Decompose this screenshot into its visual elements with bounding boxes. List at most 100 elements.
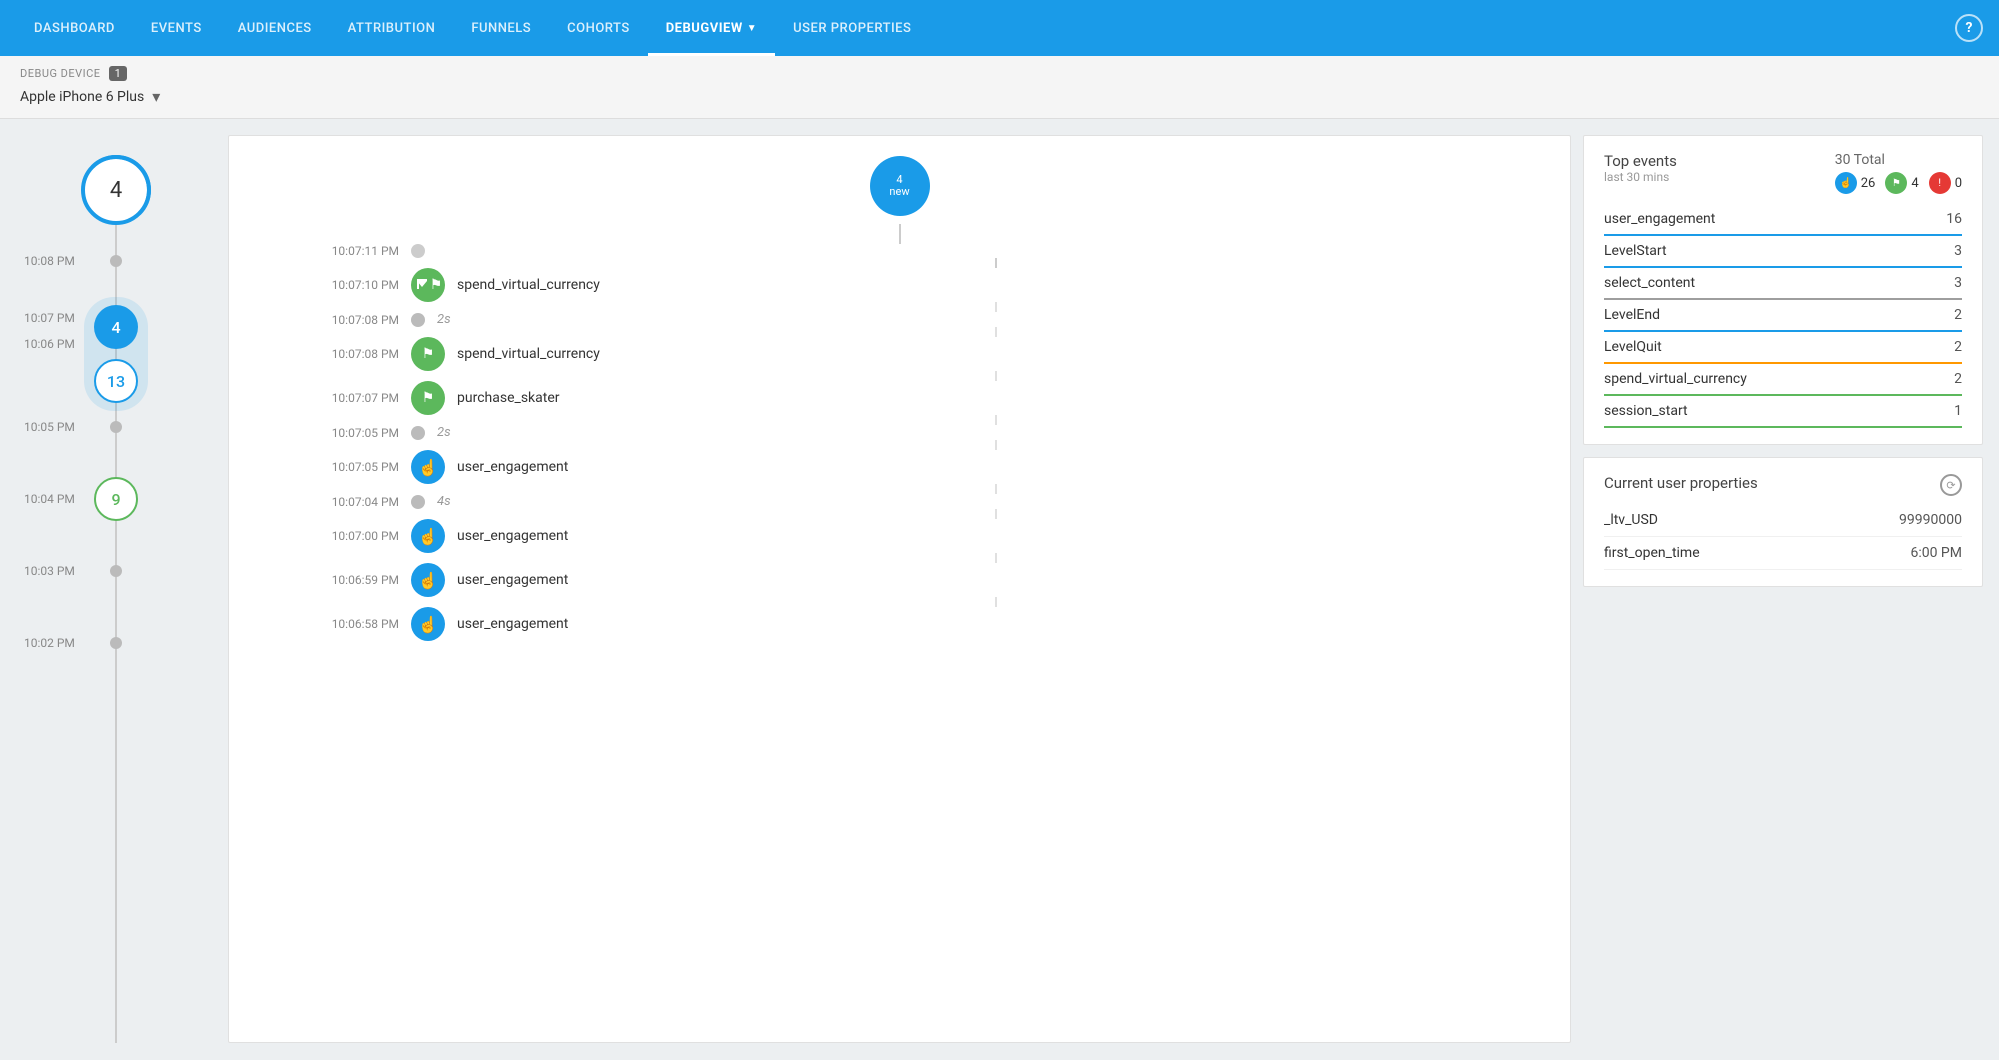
- nav-item-attribution[interactable]: ATTRIBUTION: [330, 0, 454, 56]
- event-icon-6: ☝: [411, 563, 445, 597]
- debug-device-label: DEBUG DEVICE 1: [20, 66, 1979, 81]
- top-events-title-group: Top events last 30 mins: [1604, 152, 1677, 196]
- event-dot-connector: [411, 244, 425, 258]
- center-panel-inner: 4 new 10:07:11 PM 10:07:10 PM ⚑ spend_vi…: [229, 136, 1570, 661]
- nav-item-funnels[interactable]: FUNNELS: [453, 0, 549, 56]
- nav-bar: DASHBOARD EVENTS AUDIENCES ATTRIBUTION F…: [0, 0, 1999, 56]
- event-gap3: 4s: [437, 494, 451, 509]
- time-dot-1002: [110, 637, 122, 649]
- time-label-1003: 10:03 PM: [24, 564, 75, 578]
- count-green: ⚑ 4: [1885, 172, 1918, 194]
- top-event-row-2[interactable]: select_content 3: [1604, 268, 1962, 300]
- event-dot-gap2: [411, 426, 425, 440]
- center-panel[interactable]: 4 new 10:07:11 PM 10:07:10 PM ⚑ spend_vi…: [228, 135, 1571, 1043]
- nav-item-cohorts[interactable]: COHORTS: [549, 0, 648, 56]
- top-event-row-6[interactable]: session_start 1: [1604, 396, 1962, 428]
- event-row-3[interactable]: 10:07:07 PM ⚑ purchase_skater: [229, 381, 1570, 415]
- history-icon[interactable]: ⟳: [1940, 474, 1962, 496]
- event-ts-connector: 10:07:11 PM: [289, 244, 399, 258]
- event-name-5: user_engagement: [457, 528, 568, 544]
- event-icon-3: ⚑: [411, 381, 445, 415]
- event-ts-gap1: 10:07:08 PM: [289, 313, 399, 327]
- prop-row-1[interactable]: first_open_time 6:00 PM: [1604, 537, 1962, 570]
- time-dot-1008: [110, 255, 122, 267]
- badge-blue: ☝: [1835, 172, 1857, 194]
- user-properties-list: _ltv_USD 99990000 first_open_time 6:00 P…: [1604, 504, 1962, 570]
- main-layout: 4 10:08 PM 10:07 PM 4 13 10:06 PM: [0, 119, 1999, 1059]
- toolbar: DEBUG DEVICE 1 Apple iPhone 6 Plus ▾: [0, 56, 1999, 119]
- user-properties-title: Current user properties: [1604, 474, 1758, 492]
- top-event-row-1[interactable]: LevelStart 3: [1604, 236, 1962, 268]
- event-gap2: 2s: [437, 425, 451, 440]
- top-event-list: user_engagement 16 LevelStart 3 select_c…: [1604, 204, 1962, 428]
- user-properties-card: Current user properties ⟳ _ltv_USD 99990…: [1583, 457, 1983, 587]
- event-counts: ☝ 26 ⚑ 4 !: [1835, 172, 1962, 194]
- event-ts-5: 10:07:00 PM: [289, 529, 399, 543]
- time-label-1007: 10:07 PM: [24, 311, 75, 325]
- event-row-gap1: 10:07:08 PM 2s: [229, 312, 1570, 327]
- top-events-right: 30 Total ☝ 26 ⚑ 4: [1835, 152, 1962, 194]
- event-row-4[interactable]: 10:07:05 PM ☝ user_engagement: [229, 450, 1570, 484]
- event-ts-7: 10:06:58 PM: [289, 617, 399, 631]
- nav-item-dashboard[interactable]: DASHBOARD: [16, 0, 133, 56]
- event-row-1[interactable]: 10:07:10 PM ⚑ spend_virtual_currency: [229, 268, 1570, 302]
- count-red: ! 0: [1929, 172, 1962, 194]
- device-selector[interactable]: Apple iPhone 6 Plus ▾: [20, 87, 1979, 106]
- time-label-1004: 10:04 PM: [24, 492, 75, 506]
- event-gap1: 2s: [437, 312, 451, 327]
- event-ts-1: 10:07:10 PM: [289, 278, 399, 292]
- event-row-6[interactable]: 10:06:59 PM ☝ user_engagement: [229, 563, 1570, 597]
- event-ts-gap3: 10:07:04 PM: [289, 495, 399, 509]
- event-dot-gap1: [411, 313, 425, 327]
- top-event-row-4[interactable]: LevelQuit 2: [1604, 332, 1962, 364]
- event-name-2: spend_virtual_currency: [457, 346, 600, 362]
- event-ts-gap2: 10:07:05 PM: [289, 426, 399, 440]
- spacer-1: [995, 258, 997, 268]
- event-row-7[interactable]: 10:06:58 PM ☝ user_engagement: [229, 607, 1570, 641]
- device-dropdown-arrow: ▾: [152, 87, 160, 106]
- time-dot-1005: [110, 421, 122, 433]
- nav-item-debugview[interactable]: DEBUGVIEW ▼: [648, 0, 775, 56]
- event-name-1: spend_virtual_currency: [457, 277, 600, 293]
- event-icon-1: ⚑: [411, 268, 445, 302]
- event-name-6: user_engagement: [457, 572, 568, 588]
- event-ts-4: 10:07:05 PM: [289, 460, 399, 474]
- top-events-subtitle: last 30 mins: [1604, 170, 1677, 184]
- prop-row-0[interactable]: _ltv_USD 99990000: [1604, 504, 1962, 537]
- event-row-gap3: 10:07:04 PM 4s: [229, 494, 1570, 509]
- left-timeline: 4 10:08 PM 10:07 PM 4 13 10:06 PM: [16, 135, 216, 1043]
- time-label-1008: 10:08 PM: [24, 254, 75, 268]
- event-ts-6: 10:06:59 PM: [289, 573, 399, 587]
- event-row-2[interactable]: 10:07:08 PM ⚑ spend_virtual_currency: [229, 337, 1570, 371]
- count-blue: ☝ 26: [1835, 172, 1876, 194]
- event-ts-2: 10:07:08 PM: [289, 347, 399, 361]
- event-row-gap2: 10:07:05 PM 2s: [229, 425, 1570, 440]
- nav-item-events[interactable]: EVENTS: [133, 0, 220, 56]
- event-name-3: purchase_skater: [457, 390, 560, 406]
- top-events-total: 30 Total: [1835, 152, 1962, 168]
- bubble-1004: 9: [94, 477, 138, 521]
- top-event-row-3[interactable]: LevelEnd 2: [1604, 300, 1962, 332]
- event-new-bubble: 4 new: [870, 156, 930, 216]
- event-icon-2: ⚑: [411, 337, 445, 371]
- spacer-2: [995, 302, 997, 312]
- event-ts-3: 10:07:07 PM: [289, 391, 399, 405]
- event-dot-gap3: [411, 495, 425, 509]
- time-dot-1003: [110, 565, 122, 577]
- connector-line-top: [899, 224, 901, 244]
- event-name-4: user_engagement: [457, 459, 568, 475]
- device-name: Apple iPhone 6 Plus: [20, 89, 144, 105]
- debugview-dropdown-arrow: ▼: [747, 23, 757, 34]
- top-event-row-0[interactable]: user_engagement 16: [1604, 204, 1962, 236]
- event-row-5[interactable]: 10:07:00 PM ☝ user_engagement: [229, 519, 1570, 553]
- event-icon-5: ☝: [411, 519, 445, 553]
- time-label-1006: 10:06 PM: [16, 337, 216, 351]
- right-panel: Top events last 30 mins 30 Total ☝ 26: [1583, 135, 1983, 1043]
- badge-green: ⚑: [1885, 172, 1907, 194]
- nav-item-audiences[interactable]: AUDIENCES: [220, 0, 330, 56]
- nav-item-user-properties[interactable]: USER PROPERTIES: [775, 0, 929, 56]
- top-events-header: Top events last 30 mins 30 Total ☝ 26: [1604, 152, 1962, 196]
- help-button[interactable]: ?: [1955, 14, 1983, 42]
- top-event-row-5[interactable]: spend_virtual_currency 2: [1604, 364, 1962, 396]
- event-name-7: user_engagement: [457, 616, 568, 632]
